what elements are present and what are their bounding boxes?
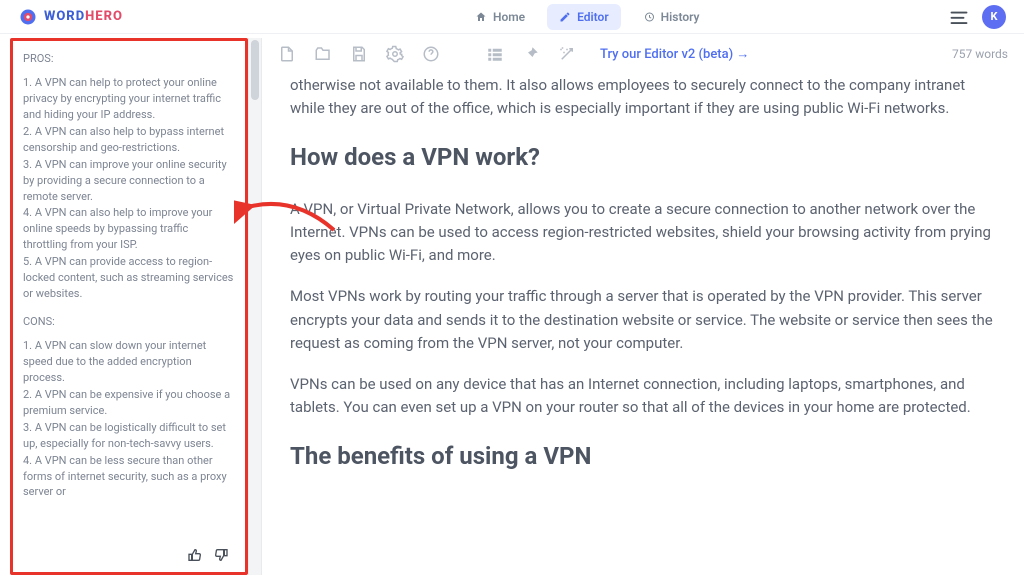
app-header: WORDHERO Home Editor History K — [0, 0, 1024, 34]
magic-wand-icon[interactable] — [558, 45, 576, 63]
cons-title: CONS: — [23, 314, 235, 330]
avatar-initial: K — [991, 10, 998, 23]
list-item: 2. A VPN can also help to bypass interne… — [23, 124, 235, 156]
open-folder-icon[interactable] — [314, 45, 332, 63]
article-paragraph: Most VPNs work by routing your traffic t… — [290, 285, 996, 355]
article-paragraph: otherwise not available to them. It also… — [290, 74, 996, 121]
home-icon — [475, 11, 487, 23]
help-icon[interactable] — [422, 45, 440, 63]
list-item: 2. A VPN can be expensive if you choose … — [23, 387, 235, 419]
logo-text: WORDHERO — [44, 9, 123, 24]
thumbs-up-icon[interactable] — [187, 547, 203, 568]
pin-icon[interactable] — [522, 45, 540, 63]
cons-list: 1. A VPN can slow down your internet spe… — [23, 338, 235, 500]
article-heading: The benefits of using a VPN — [290, 438, 996, 475]
pencil-icon — [559, 11, 571, 23]
feedback-buttons — [187, 547, 229, 568]
list-item: 1. A VPN can slow down your internet spe… — [23, 338, 235, 386]
main-nav: Home Editor History — [463, 4, 712, 30]
article-paragraph: A VPN, or Virtual Private Network, allow… — [290, 198, 996, 268]
pros-title: PROS: — [23, 51, 235, 67]
header-right: K — [950, 5, 1006, 29]
new-file-icon[interactable] — [278, 45, 296, 63]
nav-home-label: Home — [493, 10, 525, 24]
list-item: 3. A VPN can improve your online securit… — [23, 157, 235, 205]
list-item: 4. A VPN can be less secure than other f… — [23, 453, 235, 501]
app-logo: WORDHERO — [18, 7, 123, 27]
list-item: 5. A VPN can provide access to region-lo… — [23, 254, 235, 302]
sidebar-scrollbar[interactable] — [248, 38, 262, 575]
ai-output-panel: PROS: 1. A VPN can help to protect your … — [10, 38, 248, 575]
article-paragraph: VPNs can be used on any device that has … — [290, 373, 996, 420]
list-item: 3. A VPN can be logistically difficult t… — [23, 420, 235, 452]
article-heading: How does a VPN work? — [290, 139, 996, 176]
menu-icon[interactable] — [950, 10, 968, 24]
list-icon[interactable] — [486, 45, 504, 63]
save-icon[interactable] — [350, 45, 368, 63]
nav-editor[interactable]: Editor — [547, 4, 621, 30]
logo-icon — [18, 7, 38, 27]
try-v2-link[interactable]: Try our Editor v2 (beta) → — [600, 46, 749, 62]
settings-icon[interactable] — [386, 45, 404, 63]
editor-toolbar: Try our Editor v2 (beta) → 757 words — [262, 34, 1024, 74]
editor-pane: Try our Editor v2 (beta) → 757 words oth… — [262, 34, 1024, 579]
pros-list: 1. A VPN can help to protect your online… — [23, 75, 235, 302]
nav-history[interactable]: History — [631, 4, 712, 30]
article-body[interactable]: otherwise not available to them. It also… — [262, 74, 1024, 579]
user-avatar[interactable]: K — [982, 5, 1006, 29]
nav-home[interactable]: Home — [463, 4, 537, 30]
history-icon — [643, 11, 655, 23]
thumbs-down-icon[interactable] — [213, 547, 229, 568]
word-count: 757 words — [952, 47, 1008, 61]
nav-history-label: History — [661, 10, 700, 24]
list-item: 4. A VPN can also help to improve your o… — [23, 205, 235, 253]
scrollbar-thumb[interactable] — [251, 40, 259, 100]
nav-editor-label: Editor — [577, 10, 609, 24]
list-item: 1. A VPN can help to protect your online… — [23, 75, 235, 123]
